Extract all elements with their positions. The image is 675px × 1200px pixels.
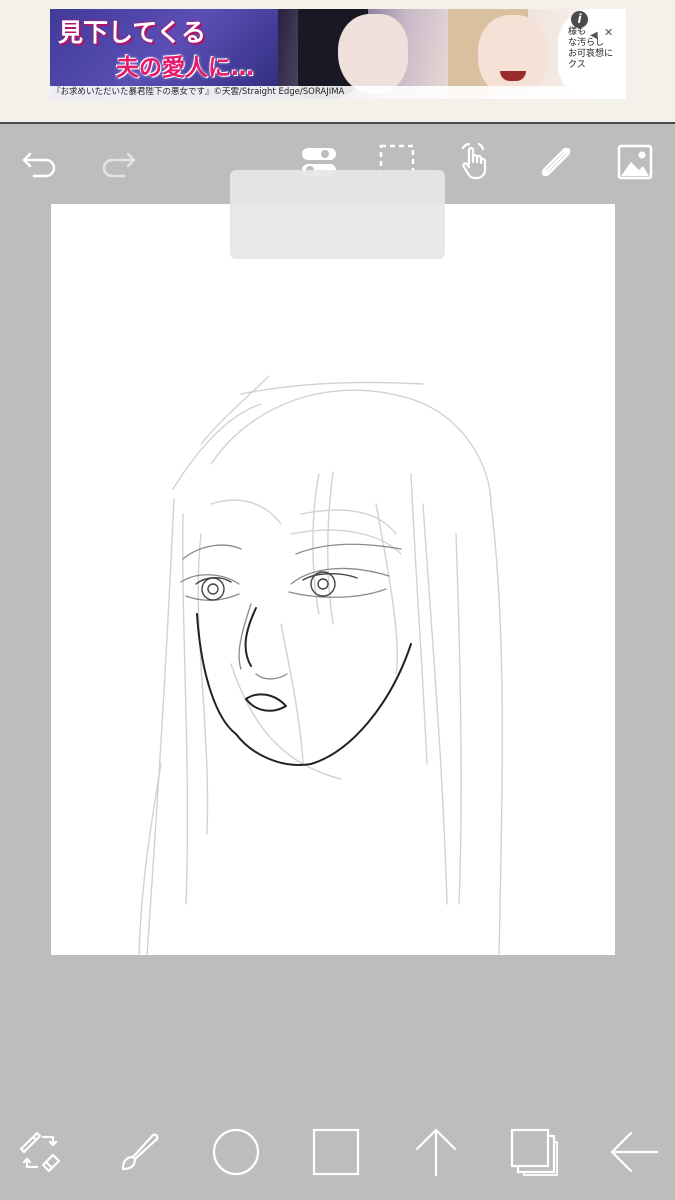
ad-caption: 『お求めいただいた暴君陛下の悪女です』©天雲/Straight Edge/SOR…	[50, 86, 626, 99]
square-icon	[312, 1128, 360, 1176]
drawing-canvas[interactable]	[51, 204, 615, 955]
color-circle-icon	[212, 1128, 260, 1176]
undo-button[interactable]	[12, 134, 68, 190]
back-button[interactable]	[606, 1124, 662, 1180]
brush-eraser-switch-button[interactable]	[12, 1124, 68, 1180]
ad-area: 見下してくる 夫の愛人に… 様も な汚らし お可哀想に クス 『お求めいただいた…	[0, 0, 675, 124]
undo-icon	[22, 152, 56, 178]
image-icon	[617, 144, 653, 180]
brush-eraser-swap-icon	[19, 1131, 61, 1173]
color-button[interactable]	[208, 1124, 264, 1180]
arrow-left-icon	[610, 1131, 659, 1173]
hand-icon	[461, 142, 487, 180]
layers-icon	[510, 1128, 558, 1176]
ad-title-line2: 夫の愛人に…	[116, 55, 254, 81]
ad-banner[interactable]: 見下してくる 夫の愛人に… 様も な汚らし お可哀想に クス 『お求めいただいた…	[50, 9, 626, 99]
ad-info-icon[interactable]: i	[571, 11, 588, 28]
material-button[interactable]	[308, 1124, 364, 1180]
hand-button[interactable]	[447, 134, 503, 190]
redo-icon	[102, 152, 136, 178]
arrow-up-icon	[415, 1128, 457, 1177]
floating-tooltip-panel	[230, 170, 445, 259]
layers-button[interactable]	[506, 1124, 562, 1180]
sketch-drawing	[138, 375, 503, 955]
ad-mute-icon[interactable]: ◀	[590, 30, 598, 41]
ad-title-line1: 見下してくる	[58, 18, 207, 47]
ad-close-icon[interactable]: ✕	[604, 26, 613, 39]
image-layer-button[interactable]	[607, 134, 663, 190]
brush-button[interactable]	[110, 1124, 166, 1180]
share-button[interactable]	[408, 1124, 464, 1180]
brush-icon	[121, 1133, 159, 1171]
redo-button[interactable]	[90, 134, 146, 190]
ruler-icon	[541, 147, 571, 177]
bottom-toolbar	[0, 1120, 675, 1200]
ruler-button[interactable]	[528, 134, 584, 190]
